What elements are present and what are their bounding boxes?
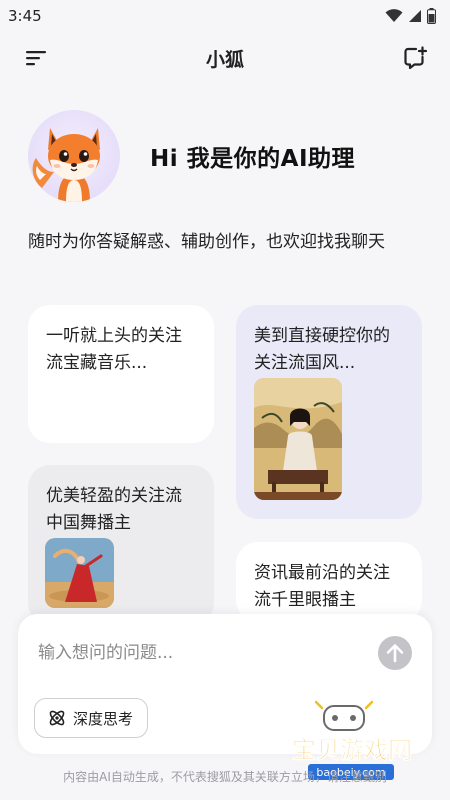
status-bar: 3:45 [0,0,450,32]
wifi-icon [385,9,403,22]
intro-text: 随时为你答疑解惑、辅助创作，也欢迎找我聊天 [28,232,385,252]
atom-icon [49,710,65,726]
arrow-up-icon [386,644,404,663]
ai-disclaimer: 内容由AI自动生成，不代表搜狐及其关联方立场，请注意甄别 [63,770,387,784]
question-input[interactable] [38,636,358,670]
suggestion-card[interactable]: 优美轻盈的关注流中国舞播主 [28,465,214,625]
greeting-heading: Hi 我是你的AI助理 [150,146,355,172]
menu-button[interactable] [24,48,48,68]
deep-think-label: 深度思考 [73,709,134,728]
menu-icon [26,51,46,66]
new-chat-button[interactable] [402,45,428,71]
battery-icon [427,8,436,24]
page-title: 小狐 [205,48,244,71]
send-button[interactable] [378,636,412,670]
suggestion-card-text: 美到直接硬控你的关注流国风... [254,326,390,373]
suggestion-card-text: 资讯最前沿的关注流千里眼播主 [254,563,390,610]
status-time: 3:45 [8,7,42,25]
status-icons [385,8,436,24]
suggestion-card[interactable]: 资讯最前沿的关注流千里眼播主 [236,542,422,622]
guofeng-image [254,378,342,500]
suggestion-card-text: 一听就上头的关注流宝藏音乐... [46,326,182,373]
suggestion-card[interactable]: 美到直接硬控你的关注流国风... [236,305,422,519]
new-chat-icon [404,46,428,70]
assistant-avatar [28,110,120,202]
suggestion-card[interactable]: 一听就上头的关注流宝藏音乐... [28,305,214,443]
guofeng-thumbnail [254,378,342,500]
assistant-hero: Hi 我是你的AI助理 [28,110,355,202]
dance-thumbnail [45,538,114,608]
app-header: 小狐 [0,38,450,78]
signal-icon [409,10,421,22]
dance-image [45,538,114,608]
deep-think-button[interactable]: 深度思考 [34,698,149,738]
suggestion-card-text: 优美轻盈的关注流中国舞播主 [46,486,182,533]
fox-mascot-icon [32,128,100,202]
watermark-brand: 宝贝游戏网 [292,736,412,764]
